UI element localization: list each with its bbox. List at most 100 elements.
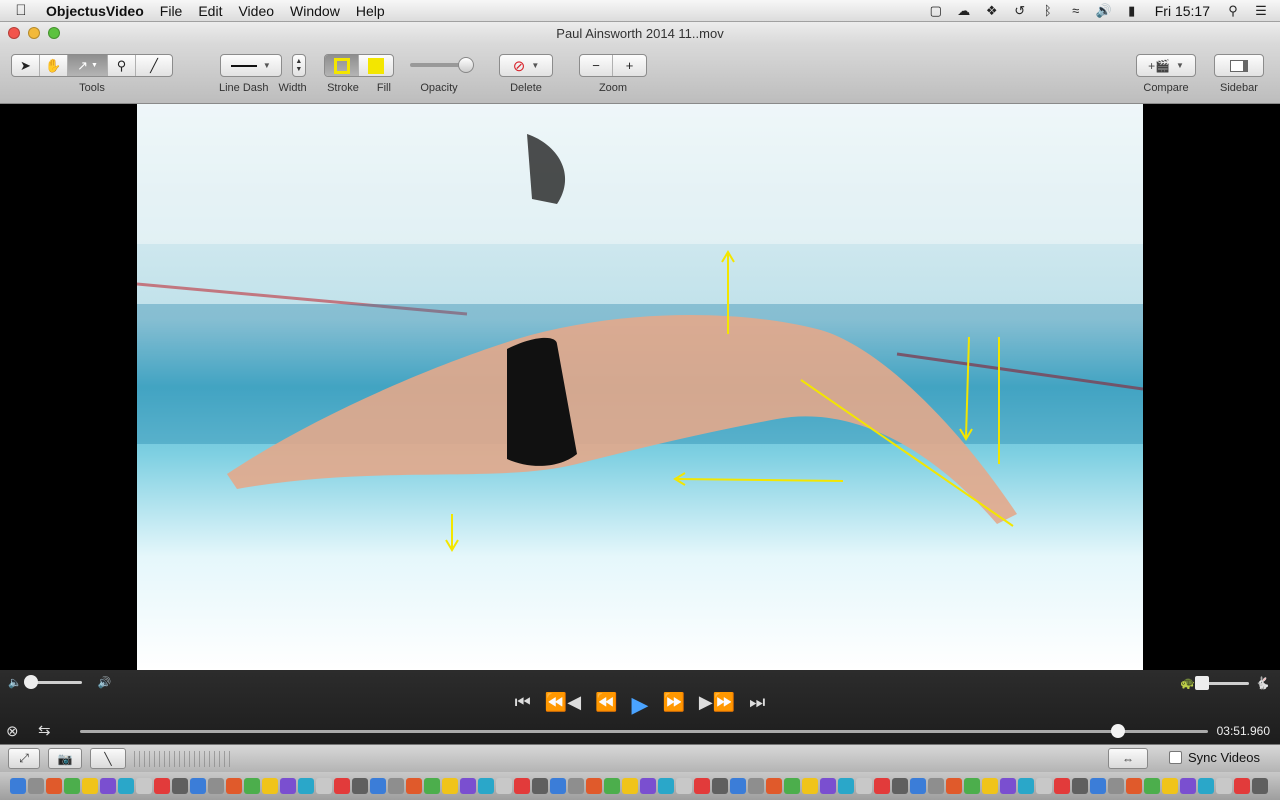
- ruler-tool-icon[interactable]: ╱: [136, 55, 172, 76]
- menu-file[interactable]: File: [152, 0, 191, 22]
- dock-app-icon[interactable]: [874, 778, 890, 794]
- menu-help[interactable]: Help: [348, 0, 393, 22]
- menu-clock[interactable]: Fri 15:17: [1151, 3, 1214, 19]
- dock-app-icon[interactable]: [244, 778, 260, 794]
- dock-app-icon[interactable]: [1108, 778, 1124, 794]
- menu-app-name[interactable]: ObjectusVideo: [42, 0, 152, 22]
- zoom-in-icon[interactable]: +: [613, 55, 646, 76]
- dock-app-icon[interactable]: [406, 778, 422, 794]
- opacity-slider-knob[interactable]: [458, 57, 474, 73]
- sync-videos-toggle[interactable]: Sync Videos: [1168, 750, 1260, 765]
- dock-app-icon[interactable]: [1234, 778, 1250, 794]
- dock-app-icon[interactable]: [658, 778, 674, 794]
- volume-slider-knob[interactable]: [23, 675, 38, 689]
- dock-app-icon[interactable]: [388, 778, 404, 794]
- delete-button[interactable]: ⊘ ▼: [499, 54, 553, 77]
- line-dash-dropdown[interactable]: ▼: [219, 54, 282, 77]
- dock-app-icon[interactable]: [118, 778, 134, 794]
- dock-app-icon[interactable]: [766, 778, 782, 794]
- dock-app-icon[interactable]: [1216, 778, 1232, 794]
- dock-app-icon[interactable]: [100, 778, 116, 794]
- dock-app-icon[interactable]: [82, 778, 98, 794]
- apple-menu-icon[interactable]: : [0, 2, 42, 19]
- width-stepper[interactable]: ▲ ▼: [291, 54, 306, 77]
- dock-app-icon[interactable]: [10, 778, 26, 794]
- hare-fast-icon[interactable]: 🐇: [1255, 676, 1270, 690]
- dock-app-icon[interactable]: [424, 778, 440, 794]
- dock-app-icon[interactable]: [280, 778, 296, 794]
- dock-app-icon[interactable]: [964, 778, 980, 794]
- spotlight-search-icon[interactable]: ⚲: [1224, 3, 1242, 19]
- dock-app-icon[interactable]: [64, 778, 80, 794]
- stroke-color-button[interactable]: [325, 55, 359, 76]
- dock-app-icon[interactable]: [1018, 778, 1034, 794]
- volume-max-icon[interactable]: 🔊: [98, 676, 112, 689]
- window-minimize-button[interactable]: [28, 27, 40, 39]
- timeline-scrubber[interactable]: [80, 724, 1208, 738]
- volume-mute-icon[interactable]: 🔈: [8, 676, 22, 689]
- snapshot-button[interactable]: 📷: [48, 748, 82, 769]
- dock-app-icon[interactable]: [820, 778, 836, 794]
- dock-app-icon[interactable]: [1054, 778, 1070, 794]
- dock-app-icon[interactable]: [838, 778, 854, 794]
- magnifier-tool-icon[interactable]: ⚲: [108, 55, 136, 76]
- dock-app-icon[interactable]: [442, 778, 458, 794]
- dock-app-icon[interactable]: [478, 778, 494, 794]
- fast-forward-icon[interactable]: ⏩: [662, 692, 684, 718]
- window-zoom-button[interactable]: [48, 27, 60, 39]
- dock-app-icon[interactable]: [946, 778, 962, 794]
- dock-app-icon[interactable]: [28, 778, 44, 794]
- compare-arrows-button[interactable]: ⇔: [1108, 748, 1148, 769]
- sidebar-toggle-button[interactable]: [1214, 54, 1264, 77]
- battery-icon[interactable]: ▮: [1123, 3, 1141, 19]
- dock-app-icon[interactable]: [910, 778, 926, 794]
- dock-app-icon[interactable]: [370, 778, 386, 794]
- faster-forward-icon[interactable]: ▶⏩: [699, 692, 735, 718]
- bluetooth-icon[interactable]: ᛒ: [1039, 3, 1057, 19]
- dock-app-icon[interactable]: [712, 778, 728, 794]
- dock-app-icon[interactable]: [730, 778, 746, 794]
- dock-app-icon[interactable]: [190, 778, 206, 794]
- frame-step-ticks[interactable]: [134, 751, 230, 767]
- hand-tool-icon[interactable]: ✋: [40, 55, 68, 76]
- opacity-slider[interactable]: [410, 57, 474, 73]
- dock-app-icon[interactable]: [748, 778, 764, 794]
- menu-edit[interactable]: Edit: [190, 0, 230, 22]
- dock-app-icon[interactable]: [550, 778, 566, 794]
- volume-icon[interactable]: 🔊: [1095, 3, 1113, 19]
- loop-icon[interactable]: ⇆: [38, 721, 51, 739]
- sync-videos-checkbox[interactable]: [1168, 751, 1182, 764]
- dock-app-icon[interactable]: [1162, 778, 1178, 794]
- dock-app-icon[interactable]: [1000, 778, 1016, 794]
- dock-app-icon[interactable]: [46, 778, 62, 794]
- arrow-draw-tool-icon[interactable]: ↗ ▼: [68, 55, 108, 76]
- dock-app-icon[interactable]: [586, 778, 602, 794]
- dock-app-icon[interactable]: [1180, 778, 1196, 794]
- fast-rewind-icon[interactable]: ⏪◀: [545, 692, 581, 718]
- menu-window[interactable]: Window: [282, 0, 348, 22]
- dock-app-icon[interactable]: [334, 778, 350, 794]
- fullscreen-button[interactable]: ⤢: [8, 748, 40, 769]
- dock-app-icon[interactable]: [262, 778, 278, 794]
- skip-to-end-icon[interactable]: ⏭: [749, 692, 765, 718]
- dock-app-icon[interactable]: [622, 778, 638, 794]
- speed-slider-knob[interactable]: [1195, 675, 1210, 690]
- time-machine-icon[interactable]: ↺: [1011, 3, 1029, 19]
- dock-app-icon[interactable]: [694, 778, 710, 794]
- rewind-icon[interactable]: ⏪: [595, 692, 617, 718]
- timeline-playhead[interactable]: [1110, 724, 1125, 738]
- dock-app-icon[interactable]: [208, 778, 224, 794]
- dock-app-icon[interactable]: [784, 778, 800, 794]
- dock-app-icon[interactable]: [676, 778, 692, 794]
- dock-app-icon[interactable]: [928, 778, 944, 794]
- notification-center-icon[interactable]: ☰: [1252, 3, 1270, 19]
- dock-app-icon[interactable]: [460, 778, 476, 794]
- dock-app-icon[interactable]: [1198, 778, 1214, 794]
- volume-slider[interactable]: [23, 675, 82, 689]
- dock-app-icon[interactable]: [532, 778, 548, 794]
- dock-app-icon[interactable]: [1072, 778, 1088, 794]
- dock-app-icon[interactable]: [352, 778, 368, 794]
- dock-app-icon[interactable]: [1144, 778, 1160, 794]
- skip-to-start-icon[interactable]: ⏮: [515, 692, 531, 718]
- dock-app-icon[interactable]: [496, 778, 512, 794]
